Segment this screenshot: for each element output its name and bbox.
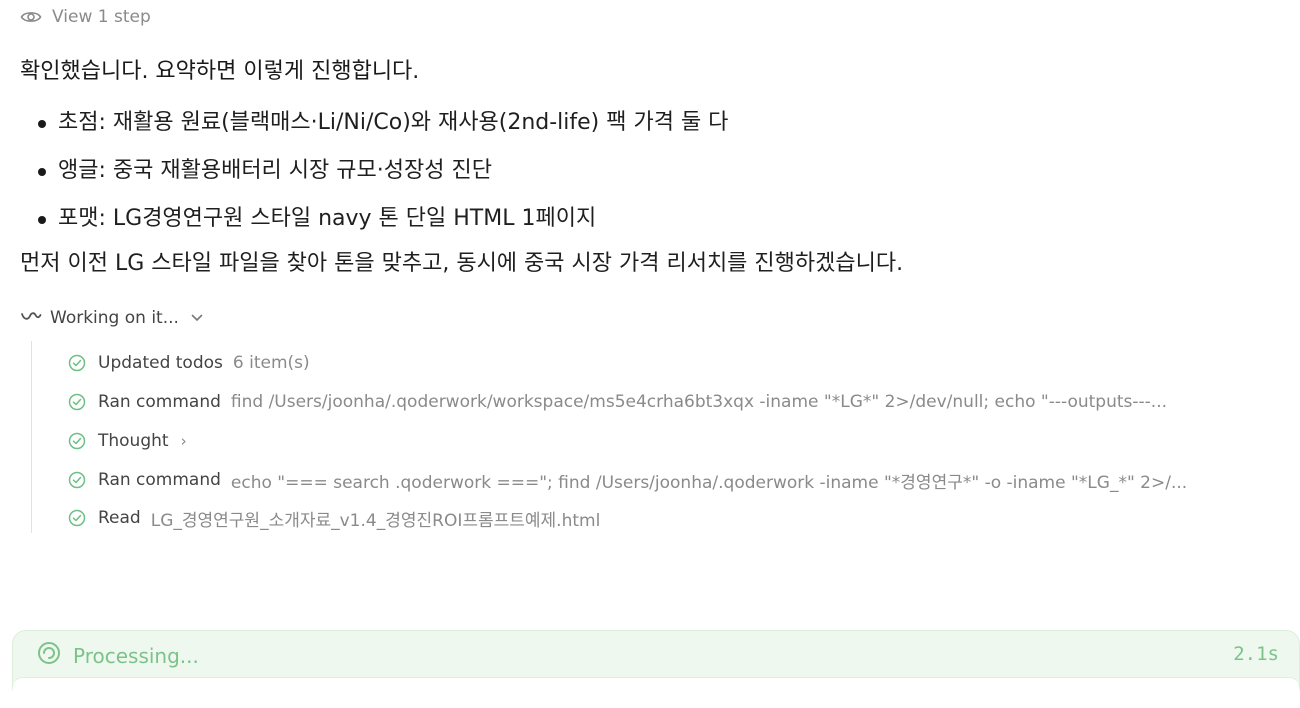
- check-circle-icon: [68, 393, 86, 411]
- chevron-right-icon: ›: [180, 432, 187, 450]
- input-area[interactable]: [13, 677, 1299, 708]
- eye-icon: [20, 9, 42, 25]
- step-updated-todos[interactable]: Updated todos 6 item(s): [68, 350, 310, 376]
- working-label: Working on it...: [50, 308, 179, 328]
- step-thought[interactable]: Thought ›: [68, 428, 187, 454]
- bullet-text: 초점: 재활용 원료(블랙매스·Li/Ni/Co)와 재사용(2nd-life)…: [58, 110, 729, 135]
- processing-status: Processing...: [37, 641, 199, 670]
- message-intro: 확인했습니다. 요약하면 이렇게 진행합니다.: [20, 59, 420, 84]
- step-detail: echo "=== search .qoderwork ==="; find /…: [230, 472, 1188, 493]
- message-outro: 먼저 이전 LG 스타일 파일을 찾아 톤을 맞추고, 동시에 중국 시장 가격…: [20, 251, 904, 276]
- loader-squiggle-icon: [20, 308, 42, 328]
- step-read-file[interactable]: Read LG_경영연구원_소개자료_v1.4_경영진ROI프롬프트예제.htm…: [68, 505, 600, 531]
- bullet-text: 앵글: 중국 재활용배터리 시장 규모·성장성 진단: [58, 158, 492, 183]
- bullet-angle: 앵글: 중국 재활용배터리 시장 규모·성장성 진단: [20, 152, 728, 200]
- step-label: Ran command: [98, 470, 221, 490]
- step-detail: find /Users/joonha/.qoderwork/workspace/…: [230, 392, 1168, 412]
- view-steps-toggle[interactable]: View 1 step: [20, 4, 151, 30]
- working-status-toggle[interactable]: Working on it...: [20, 304, 203, 332]
- step-list: Updated todos 6 item(s) Ran command find…: [31, 341, 1282, 533]
- step-label: Ran command: [98, 392, 221, 412]
- step-ran-command-find-lg[interactable]: Ran command find /Users/joonha/.qoderwor…: [68, 389, 1167, 415]
- step-detail: 6 item(s): [232, 353, 310, 373]
- step-label: Read: [98, 508, 141, 528]
- processing-elapsed-time: 2.1s: [1233, 643, 1279, 665]
- step-detail: LG_경영연구원_소개자료_v1.4_경영진ROI프롬프트예제.html: [150, 510, 601, 531]
- check-circle-icon: [68, 354, 86, 372]
- check-circle-icon: [68, 509, 86, 527]
- bullet-format: 포맷: LG경영연구원 스타일 navy 톤 단일 HTML 1페이지: [20, 200, 728, 248]
- check-circle-icon: [68, 471, 86, 489]
- spinner-icon: [37, 641, 61, 670]
- step-label: Thought: [98, 431, 169, 451]
- bullet-dot: [38, 216, 46, 224]
- step-ran-command-search[interactable]: Ran command echo "=== search .qoderwork …: [68, 467, 1187, 493]
- bullet-focus: 초점: 재활용 원료(블랙매스·Li/Ni/Co)와 재사용(2nd-life)…: [20, 104, 728, 152]
- processing-panel: Processing... 2.1s: [12, 630, 1300, 708]
- processing-label: Processing...: [73, 643, 199, 668]
- chevron-down-icon: [191, 310, 203, 326]
- message-bullet-list: 초점: 재활용 원료(블랙매스·Li/Ni/Co)와 재사용(2nd-life)…: [20, 104, 728, 248]
- bullet-dot: [38, 168, 46, 176]
- step-label: Updated todos: [98, 353, 223, 373]
- bullet-dot: [38, 120, 46, 128]
- view-steps-label: View 1 step: [52, 7, 151, 27]
- bullet-text: 포맷: LG경영연구원 스타일 navy 톤 단일 HTML 1페이지: [58, 206, 597, 231]
- check-circle-icon: [68, 432, 86, 450]
